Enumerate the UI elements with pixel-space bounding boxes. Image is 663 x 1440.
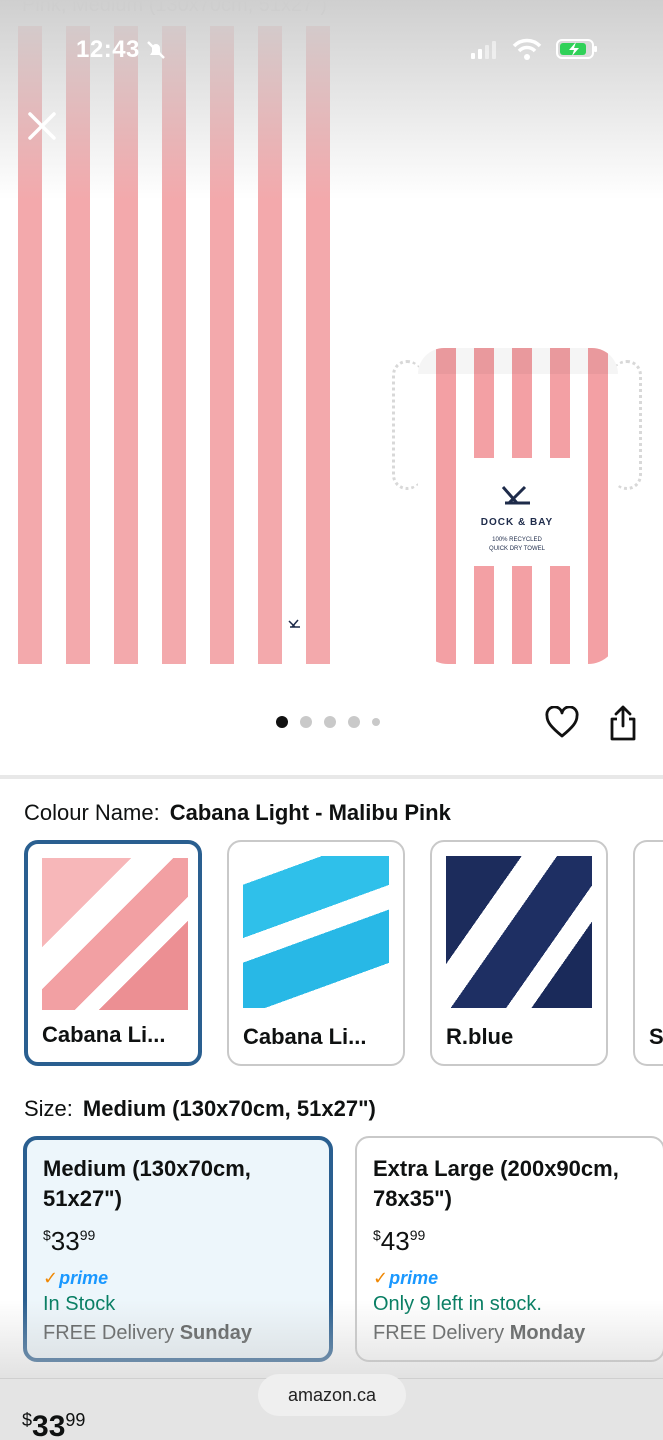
size-title-line1: Medium (130x70cm,: [43, 1156, 251, 1181]
prime-badge: ✓ prime: [43, 1268, 109, 1288]
size-row: Size: Medium (130x70cm, 51x27"): [24, 1096, 376, 1122]
bell-muted-icon: [147, 41, 165, 59]
pager-dot-5[interactable]: [372, 718, 380, 726]
size-price: $4399: [373, 1226, 426, 1256]
swatch-image-aqua: [243, 856, 389, 1008]
pouch-opening: [418, 348, 618, 374]
colour-swatch-aqua[interactable]: Cabana Li...: [227, 840, 405, 1066]
pager-dot-1[interactable]: [276, 716, 288, 728]
swatch-label: R.blue: [446, 1024, 514, 1049]
close-icon[interactable]: [26, 110, 58, 142]
section-divider: [0, 775, 663, 779]
colour-label: Colour Name:: [24, 800, 160, 825]
size-title-line2: 51x27"): [43, 1186, 122, 1211]
swatch-label: Cabana Li...: [42, 1022, 166, 1047]
swatch-image-navy: [446, 856, 592, 1008]
prime-check-icon: ✓: [373, 1268, 389, 1288]
pouch-subtitle-1: 100% RECYCLED: [492, 537, 542, 543]
beach-chair-icon: [501, 485, 530, 505]
stock-status: In Stock: [43, 1293, 116, 1315]
pouch-label: DOCK & BAY 100% RECYCLED QUICK DRY TOWEL: [462, 458, 572, 566]
delivery-info: FREE Delivery Monday: [373, 1322, 586, 1344]
colour-name-row: Colour Name: Cabana Light - Malibu Pink: [24, 800, 451, 826]
product-title-behind: Pink, Medium (130x70cm, 51x27"): [22, 0, 328, 16]
swatch-label: Cabana Li...: [243, 1024, 367, 1049]
pager-dot-3[interactable]: [324, 716, 336, 728]
chair-logo-icon: [288, 619, 300, 628]
pager-dot-2[interactable]: [300, 716, 312, 728]
size-label: Size:: [24, 1096, 73, 1121]
share-icon[interactable]: [607, 704, 639, 742]
battery-charging-icon: [556, 39, 597, 59]
product-image-gallery[interactable]: Pink, Medium (130x70cm, 51x27") DOCK & B…: [0, 0, 663, 775]
wifi-icon: [512, 38, 542, 60]
stock-status: Only 9 left in stock.: [373, 1293, 542, 1315]
bottom-price: $3399: [22, 1410, 86, 1440]
size-option-medium[interactable]: Medium (130x70cm, 51x27") $3399 ✓ prime I…: [23, 1136, 333, 1362]
prime-badge: ✓ prime: [373, 1268, 439, 1288]
prime-check-icon: ✓: [43, 1268, 59, 1288]
url-pill[interactable]: amazon.ca: [258, 1374, 406, 1416]
size-title-line2: 78x35"): [373, 1186, 452, 1211]
status-time: 12:43: [76, 36, 140, 63]
size-option-extra-large[interactable]: Extra Large (200x90cm, 78x35") $4399 ✓ pr…: [355, 1136, 663, 1362]
colour-swatch-rblue[interactable]: R.blue: [430, 840, 608, 1066]
size-selected-value: Medium (130x70cm, 51x27"): [82, 1096, 376, 1121]
pouch-brand-text: DOCK & BAY: [480, 517, 554, 528]
colour-swatch-malibu-pink[interactable]: Cabana Li...: [24, 840, 202, 1066]
swatch-label: S: [649, 1024, 663, 1049]
size-price: $3399: [43, 1226, 96, 1256]
image-pager-dots[interactable]: [276, 716, 380, 728]
cellular-signal-icon: [471, 41, 496, 59]
swatch-image-pink: [42, 858, 188, 1010]
pouch-subtitle-2: QUICK DRY TOWEL: [489, 546, 545, 552]
size-title-line1: Extra Large (200x90cm,: [373, 1156, 619, 1181]
colour-swatch-partial[interactable]: S: [633, 840, 663, 1066]
colour-selected-value: Cabana Light - Malibu Pink: [169, 800, 451, 825]
towel-image: [18, 26, 330, 664]
delivery-info: FREE Delivery Sunday: [43, 1322, 252, 1344]
pager-dot-4[interactable]: [348, 716, 360, 728]
heart-icon[interactable]: [545, 706, 579, 740]
